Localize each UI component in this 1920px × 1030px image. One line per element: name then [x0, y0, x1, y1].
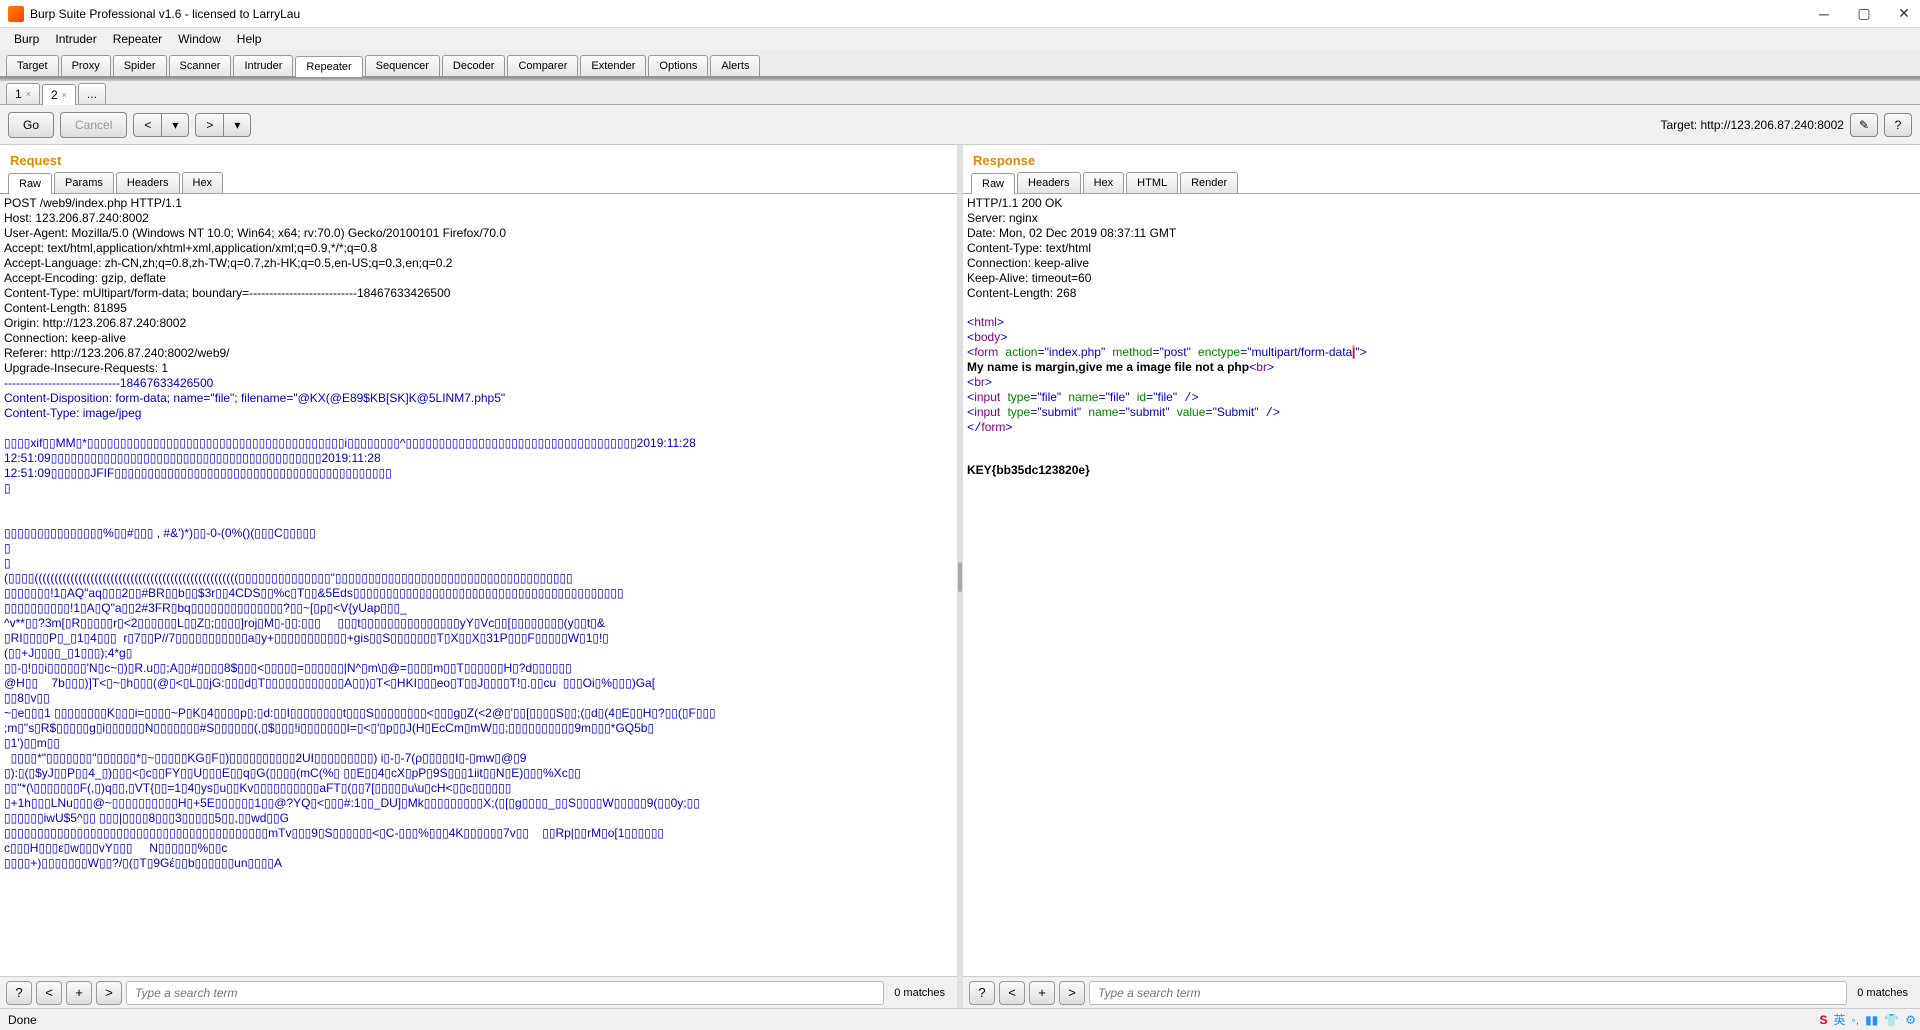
tray-icon[interactable]: ◦, [1851, 1013, 1859, 1027]
response-tab-headers[interactable]: Headers [1017, 172, 1081, 193]
system-tray: S 英 ◦, ▮▮ 👕 ⚙ [1819, 1011, 1916, 1028]
response-tab-render[interactable]: Render [1180, 172, 1238, 193]
menu-help[interactable]: Help [229, 29, 270, 49]
response-matches: 0 matches [1851, 987, 1914, 999]
app-icon [8, 6, 24, 22]
tab-spider[interactable]: Spider [113, 55, 167, 76]
close-icon[interactable]: × [26, 89, 31, 99]
history-next-button[interactable]: > [195, 113, 223, 137]
response-title: Response [963, 145, 1920, 172]
response-tab-hex[interactable]: Hex [1083, 172, 1125, 193]
tray-icon[interactable]: 👕 [1884, 1013, 1899, 1027]
titlebar: Burp Suite Professional v1.6 - licensed … [0, 0, 1920, 28]
tab-repeater[interactable]: Repeater [295, 56, 362, 77]
window-title: Burp Suite Professional v1.6 - licensed … [30, 7, 1816, 21]
tab-decoder[interactable]: Decoder [442, 55, 506, 76]
tab-alerts[interactable]: Alerts [710, 55, 760, 76]
search-next-button[interactable]: > [96, 981, 122, 1005]
subtab-1[interactable]: 1× [6, 83, 40, 104]
request-tab-hex[interactable]: Hex [182, 172, 224, 193]
request-search-input[interactable] [126, 981, 884, 1005]
menu-burp[interactable]: Burp [6, 29, 47, 49]
cancel-button[interactable]: Cancel [60, 112, 127, 138]
tray-icon[interactable]: ▮▮ [1865, 1013, 1878, 1027]
tray-icon[interactable]: S [1819, 1013, 1827, 1027]
editor-panes: Request Raw Params Headers Hex POST /web… [0, 145, 1920, 1008]
request-editor[interactable]: POST /web9/index.php HTTP/1.1 Host: 123.… [0, 194, 957, 976]
request-title: Request [0, 145, 957, 172]
search-next-button[interactable]: > [1059, 981, 1085, 1005]
response-tab-raw[interactable]: Raw [971, 173, 1015, 194]
response-pane: Response Raw Headers Hex HTML Render HTT… [963, 145, 1920, 1008]
history-next-dropdown[interactable]: ▾ [223, 113, 251, 137]
request-tab-raw[interactable]: Raw [8, 173, 52, 194]
search-add-button[interactable]: + [66, 981, 92, 1005]
subtab-more[interactable]: ... [78, 83, 106, 104]
search-help-button[interactable]: ? [969, 981, 995, 1005]
tab-scanner[interactable]: Scanner [169, 55, 232, 76]
repeater-toolbar: Go Cancel < ▾ > ▾ Target: http://123.206… [0, 105, 1920, 145]
response-searchbar: ? < + > 0 matches [963, 976, 1920, 1008]
tab-proxy[interactable]: Proxy [61, 55, 111, 76]
close-button[interactable]: ✕ [1896, 6, 1912, 22]
response-search-input[interactable] [1089, 981, 1847, 1005]
tab-options[interactable]: Options [648, 55, 708, 76]
tab-extender[interactable]: Extender [580, 55, 646, 76]
search-add-button[interactable]: + [1029, 981, 1055, 1005]
menubar: Burp Intruder Repeater Window Help [0, 28, 1920, 50]
response-tab-html[interactable]: HTML [1126, 172, 1178, 193]
status-text: Done [8, 1013, 37, 1027]
request-matches: 0 matches [888, 987, 951, 999]
history-prev-dropdown[interactable]: ▾ [161, 113, 189, 137]
repeater-subtabs: 1× 2× ... [0, 81, 1920, 105]
maximize-button[interactable]: ▢ [1856, 6, 1872, 22]
tab-comparer[interactable]: Comparer [507, 55, 578, 76]
menu-window[interactable]: Window [170, 29, 229, 49]
search-prev-button[interactable]: < [36, 981, 62, 1005]
main-tabs: Target Proxy Spider Scanner Intruder Rep… [0, 50, 1920, 77]
search-prev-button[interactable]: < [999, 981, 1025, 1005]
request-tab-params[interactable]: Params [54, 172, 114, 193]
tab-target[interactable]: Target [6, 55, 59, 76]
request-searchbar: ? < + > 0 matches [0, 976, 957, 1008]
tray-icon[interactable]: ⚙ [1905, 1013, 1916, 1027]
tray-icon[interactable]: 英 [1833, 1011, 1845, 1028]
minimize-button[interactable]: ─ [1816, 6, 1832, 22]
response-editor[interactable]: HTTP/1.1 200 OK Server: nginx Date: Mon,… [963, 194, 1920, 976]
menu-intruder[interactable]: Intruder [47, 29, 104, 49]
request-viewtabs: Raw Params Headers Hex [0, 172, 957, 194]
tab-sequencer[interactable]: Sequencer [365, 55, 440, 76]
statusbar: Done [0, 1008, 1920, 1030]
request-pane: Request Raw Params Headers Hex POST /web… [0, 145, 957, 1008]
response-viewtabs: Raw Headers Hex HTML Render [963, 172, 1920, 194]
menu-repeater[interactable]: Repeater [105, 29, 170, 49]
tab-intruder[interactable]: Intruder [233, 55, 293, 76]
go-button[interactable]: Go [8, 112, 54, 138]
target-label: Target: http://123.206.87.240:8002 [1660, 118, 1843, 132]
subtab-2[interactable]: 2× [42, 84, 76, 105]
edit-target-button[interactable]: ✎ [1850, 113, 1878, 137]
request-tab-headers[interactable]: Headers [116, 172, 180, 193]
help-button[interactable]: ? [1884, 113, 1912, 137]
search-help-button[interactable]: ? [6, 981, 32, 1005]
close-icon[interactable]: × [62, 90, 67, 100]
history-prev-button[interactable]: < [133, 113, 161, 137]
